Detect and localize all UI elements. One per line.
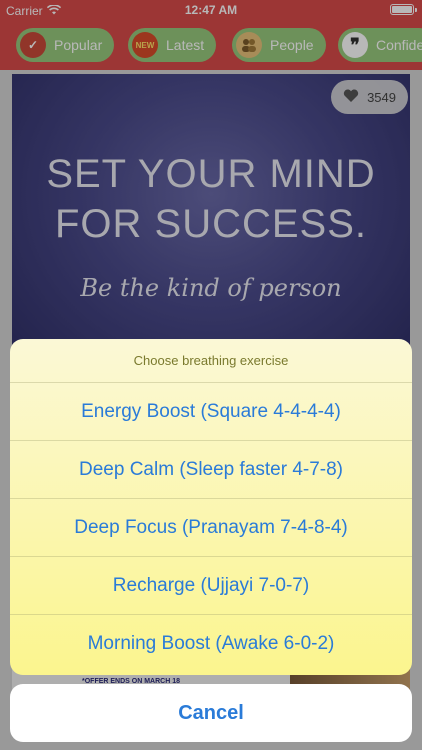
- option-energy-boost[interactable]: Energy Boost (Square 4-4-4-4): [10, 383, 412, 441]
- cancel-button[interactable]: Cancel: [10, 684, 412, 742]
- option-deep-calm[interactable]: Deep Calm (Sleep faster 4-7-8): [10, 441, 412, 499]
- breathing-action-sheet: Choose breathing exercise Energy Boost (…: [10, 339, 412, 675]
- option-recharge[interactable]: Recharge (Ujjayi 7-0-7): [10, 557, 412, 615]
- option-morning-boost[interactable]: Morning Boost (Awake 6-0-2): [10, 615, 412, 673]
- action-sheet-title: Choose breathing exercise: [10, 339, 412, 383]
- option-deep-focus[interactable]: Deep Focus (Pranayam 7-4-8-4): [10, 499, 412, 557]
